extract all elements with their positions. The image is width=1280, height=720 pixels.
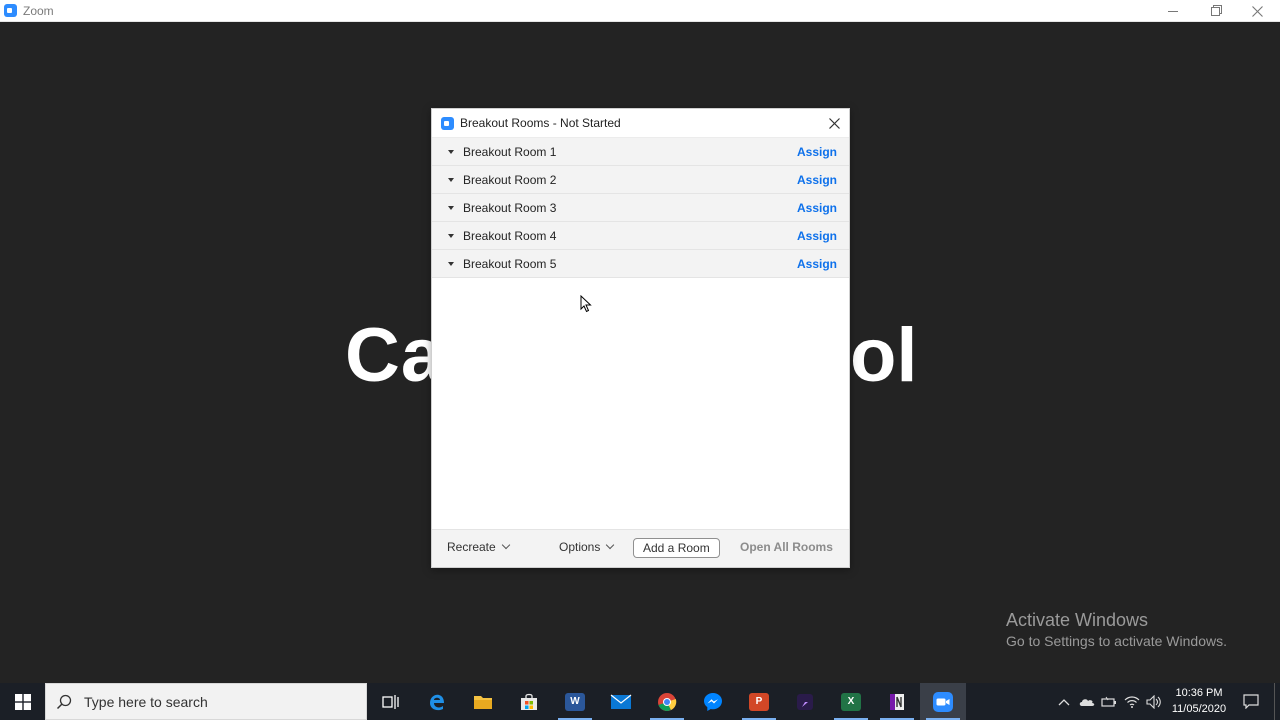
dialog-header: Breakout Rooms - Not Started [432,109,849,138]
recreate-button[interactable]: Recreate [447,540,510,554]
mouse-cursor-icon [580,295,592,313]
chrome-button[interactable] [644,683,690,720]
recreate-label: Recreate [447,540,496,554]
add-room-button[interactable]: Add a Room [633,538,720,558]
task-view-icon [382,694,399,709]
dialog-close-button[interactable] [825,113,843,133]
room-name: Breakout Room 4 [463,228,557,243]
assign-button[interactable]: Assign [797,257,837,271]
store-button[interactable] [506,683,552,720]
room-name: Breakout Room 3 [463,200,557,215]
chevron-down-icon[interactable] [448,205,454,210]
options-label: Options [559,540,601,554]
chevron-up-icon [1058,698,1070,705]
assign-button[interactable]: Assign [797,229,837,243]
task-view-button[interactable] [368,683,414,720]
powerpoint-button[interactable]: P [736,683,782,720]
mail-button[interactable] [598,683,644,720]
watermark-subtitle: Go to Settings to activate Windows. [1006,633,1227,649]
close-icon [828,117,840,129]
cloud-icon [1079,698,1095,706]
windows-logo-icon [14,693,31,710]
action-center-button[interactable] [1240,683,1262,720]
chevron-down-icon[interactable] [448,177,454,182]
show-desktop-button[interactable] [1274,683,1280,720]
start-button[interactable] [0,683,45,720]
onenote-button[interactable] [874,683,920,720]
open-all-rooms-button[interactable]: Open All Rooms [740,540,833,554]
breakout-rooms-dialog: Breakout Rooms - Not Started Breakout Ro… [431,108,850,568]
edge-button[interactable] [414,683,460,720]
volume-tray-button[interactable] [1145,683,1163,720]
excel-icon: X [841,692,861,711]
activate-windows-watermark: Activate Windows Go to Settings to activ… [1006,610,1227,649]
restore-icon [1210,6,1220,16]
wifi-icon [1124,695,1140,708]
taskbar-search-box[interactable]: Type here to search [45,683,367,720]
chrome-icon [658,692,677,711]
chevron-down-icon[interactable] [448,149,454,154]
room-row[interactable]: Breakout Room 4 Assign [432,222,849,250]
options-button[interactable]: Options [559,540,615,554]
assign-button[interactable]: Assign [797,145,837,159]
room-row[interactable]: Breakout Room 5 Assign [432,250,849,278]
zoom-logo-icon [4,4,17,17]
excel-button[interactable]: X [828,683,874,720]
chevron-down-icon[interactable] [448,261,454,266]
assign-button[interactable]: Assign [797,201,837,215]
room-row[interactable]: Breakout Room 2 Assign [432,166,849,194]
clock-date: 11/05/2020 [1171,703,1227,715]
store-icon [521,693,537,710]
shared-content-text-left: Ca [345,313,445,398]
powerpoint-icon: P [749,692,769,711]
restore-button[interactable] [1194,0,1236,22]
network-tray-button[interactable] [1123,683,1141,720]
taskbar-clock[interactable]: 10:36 PM 11/05/2020 [1168,685,1230,717]
minimize-button[interactable] [1152,0,1194,22]
chevron-down-icon[interactable] [448,233,454,238]
video-editor-icon [797,693,813,710]
dialog-footer: Recreate Options Add a Room Open All Roo… [432,529,849,567]
edge-icon [430,694,444,710]
battery-icon [1101,696,1116,707]
close-icon [1251,5,1263,17]
shared-content-text-right: ol [850,313,918,398]
word-button[interactable]: W [552,683,598,720]
messenger-button[interactable] [690,683,736,720]
chevron-down-icon [606,540,615,550]
minimize-icon [1168,10,1178,12]
search-icon [56,694,72,709]
room-name: Breakout Room 5 [463,256,557,271]
video-editor-button[interactable] [782,683,828,720]
watermark-title: Activate Windows [1006,610,1149,630]
clock-time: 10:36 PM [1175,687,1223,699]
zoom-taskbar-button[interactable] [920,683,966,720]
mail-icon [610,694,632,709]
zoom-logo-icon [441,116,454,130]
zoom-icon [933,691,953,712]
file-explorer-icon [474,695,492,709]
battery-tray-button[interactable] [1100,683,1118,720]
dialog-title: Breakout Rooms - Not Started [460,116,621,130]
room-row[interactable]: Breakout Room 1 Assign [432,138,849,166]
notification-icon [1243,694,1259,709]
room-row[interactable]: Breakout Room 3 Assign [432,194,849,222]
word-icon: W [565,692,585,711]
onedrive-tray-button[interactable] [1078,683,1096,720]
onenote-icon [890,693,904,710]
zoom-title-bar: Zoom [0,0,1280,22]
room-name: Breakout Room 2 [463,172,557,187]
show-hidden-icons-button[interactable] [1056,683,1072,720]
chevron-down-icon [501,540,510,550]
messenger-icon [704,692,722,711]
close-window-button[interactable] [1236,0,1278,22]
room-name: Breakout Room 1 [463,144,557,159]
file-explorer-button[interactable] [460,683,506,720]
room-list: Breakout Room 1 Assign Breakout Room 2 A… [432,138,849,278]
speaker-icon [1146,694,1161,709]
window-title: Zoom [23,3,54,18]
search-placeholder: Type here to search [84,693,208,710]
assign-button[interactable]: Assign [797,173,837,187]
